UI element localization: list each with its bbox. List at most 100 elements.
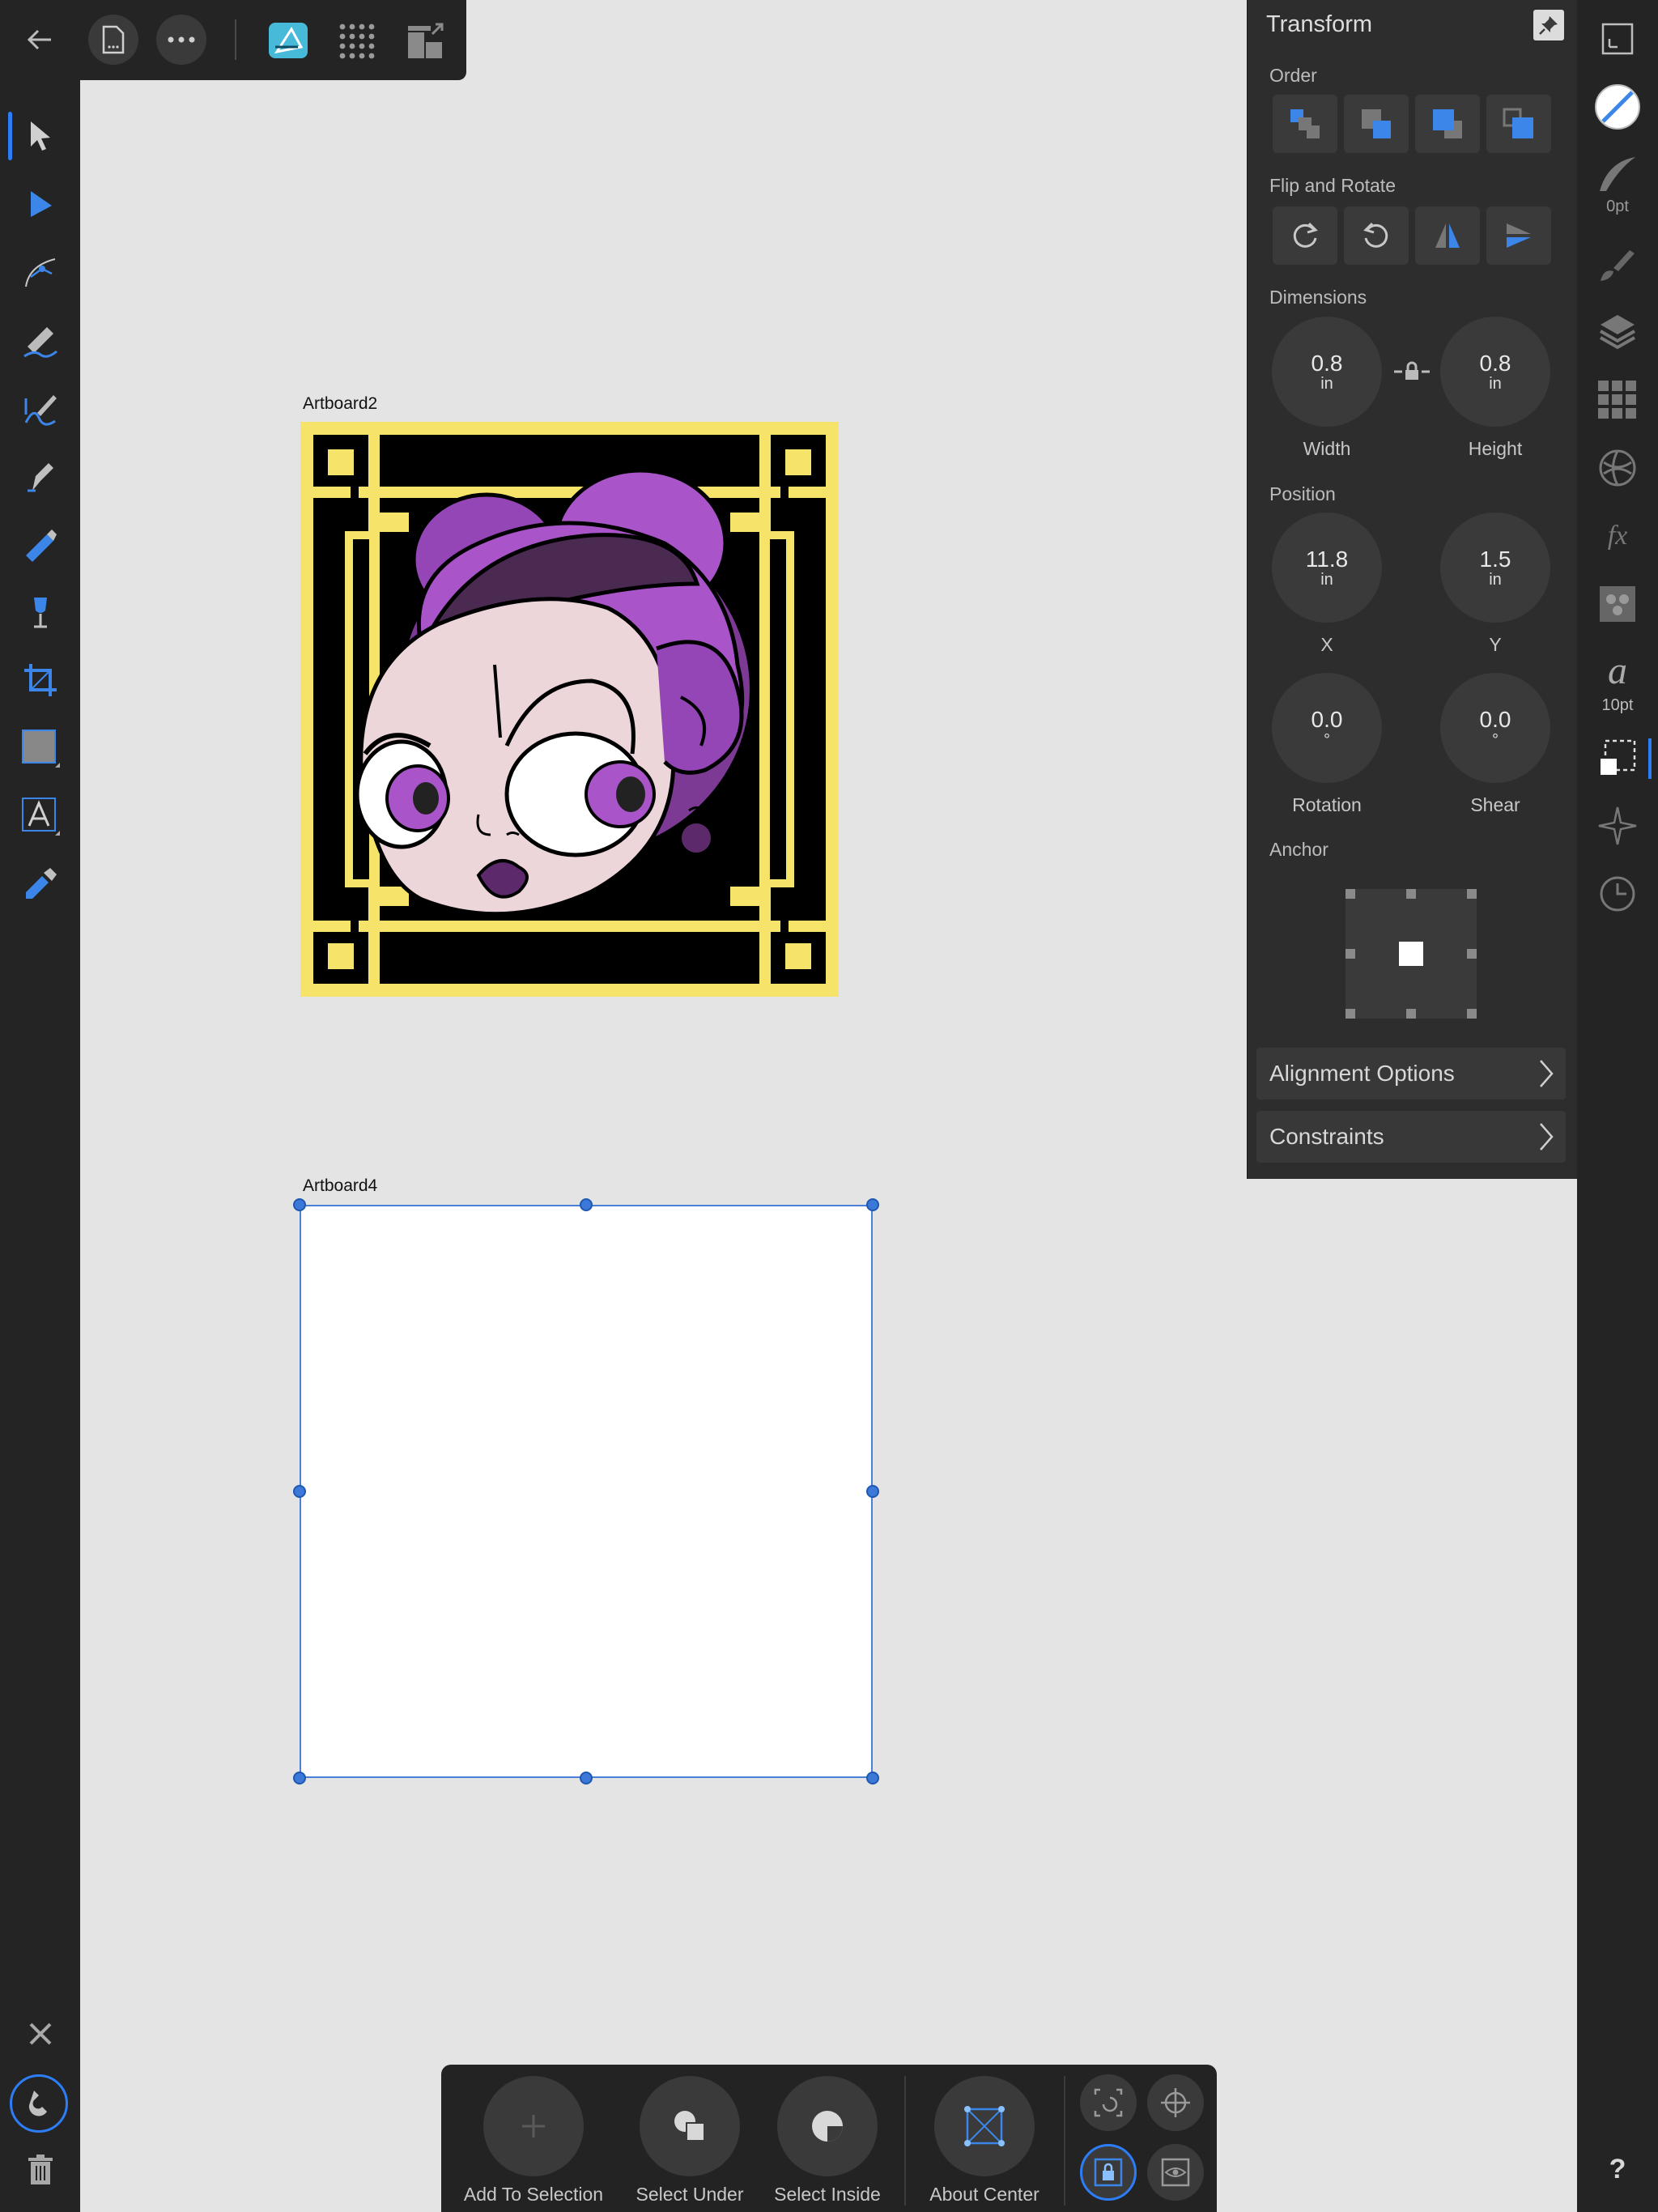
rotate-counterclockwise-icon[interactable]: [1344, 206, 1409, 265]
select-under-button[interactable]: [640, 2076, 740, 2176]
styles-icon[interactable]: [1590, 576, 1645, 632]
selection-handle-top-left[interactable]: [293, 1198, 306, 1211]
pen-tool-icon[interactable]: [11, 447, 70, 505]
move-forward-one-button[interactable]: [1415, 95, 1480, 153]
add-to-selection-button[interactable]: [483, 2076, 584, 2176]
affinity-designer-logo[interactable]: [269, 23, 308, 58]
selection-handle-top-center[interactable]: [580, 1198, 593, 1211]
x-dial[interactable]: 11.8 in: [1272, 513, 1382, 623]
close-icon[interactable]: [11, 2005, 70, 2063]
trash-icon[interactable]: [11, 2141, 70, 2199]
text-styles-icon[interactable]: a: [1590, 643, 1645, 698]
rotation-caption: Rotation: [1292, 794, 1362, 815]
move-back-one-button[interactable]: [1344, 95, 1409, 153]
color-picker-tool-icon[interactable]: [11, 855, 70, 913]
rotate-clockwise-icon[interactable]: [1273, 206, 1337, 265]
flip-horizontal-icon[interactable]: [1415, 206, 1480, 265]
node-tool-icon[interactable]: [11, 175, 70, 233]
select-inside-label: Select Inside: [774, 2184, 881, 2205]
width-value: 0.8: [1311, 351, 1343, 376]
selection-handle-bottom-left[interactable]: [293, 1772, 306, 1784]
y-dial[interactable]: 1.5 in: [1440, 513, 1550, 623]
context-divider: [1064, 2076, 1065, 2206]
move-to-back-button[interactable]: [1273, 95, 1337, 153]
pin-icon[interactable]: [1533, 10, 1564, 40]
transform-origin-icon[interactable]: [1080, 2074, 1137, 2131]
move-tool-icon[interactable]: [11, 107, 70, 165]
about-center-label: About Center: [929, 2184, 1039, 2205]
artboard4[interactable]: [300, 1205, 873, 1778]
fill-tool-icon[interactable]: [11, 515, 70, 573]
transparency-tool-icon[interactable]: [11, 583, 70, 641]
alignment-options-button[interactable]: Alignment Options: [1256, 1048, 1566, 1100]
pencil-tool-icon[interactable]: [11, 311, 70, 369]
lock-children-icon[interactable]: [1080, 2144, 1137, 2201]
effects-icon[interactable]: fx: [1590, 508, 1645, 564]
help-button[interactable]: ?: [1601, 2154, 1634, 2185]
swatches-icon[interactable]: [1590, 372, 1645, 428]
width-caption: Width: [1303, 438, 1351, 459]
width-dial[interactable]: 0.8 in: [1272, 317, 1382, 427]
width-unit: in: [1320, 375, 1333, 393]
alignment-options-label: Alignment Options: [1269, 1061, 1455, 1086]
y-caption: Y: [1489, 634, 1502, 655]
flip-rotate-label: Flip and Rotate: [1269, 175, 1396, 196]
artboard2-illustration[interactable]: [300, 422, 839, 997]
lock-aspect-icon[interactable]: [1392, 360, 1431, 387]
more-icon[interactable]: [156, 15, 206, 65]
height-caption: Height: [1468, 438, 1523, 459]
chevron-right-icon: [1538, 1059, 1554, 1092]
vector-brush-tool-icon[interactable]: [11, 379, 70, 437]
grid-icon[interactable]: [338, 23, 376, 64]
about-center-button[interactable]: [934, 2076, 1035, 2176]
x-caption: X: [1320, 634, 1333, 655]
constraints-label: Constraints: [1269, 1124, 1384, 1149]
layers-icon[interactable]: [1590, 304, 1645, 359]
selection-handle-bottom-center[interactable]: [580, 1772, 593, 1784]
active-studio-indicator: [1648, 738, 1652, 779]
back-arrow-icon[interactable]: [15, 15, 65, 65]
snapping-icon[interactable]: [10, 2074, 68, 2133]
constraints-button[interactable]: Constraints: [1256, 1111, 1566, 1163]
fullscreen-icon[interactable]: [1590, 11, 1645, 66]
flip-vertical-icon[interactable]: [1486, 206, 1551, 265]
color-swatch-icon[interactable]: [1590, 79, 1645, 134]
height-unit: in: [1489, 375, 1502, 393]
artboard2-label[interactable]: Artboard2: [303, 394, 377, 414]
move-to-front-button[interactable]: [1486, 95, 1551, 153]
shear-caption: Shear: [1470, 794, 1520, 815]
stroke-icon[interactable]: [1590, 146, 1645, 201]
add-to-selection-label: Add To Selection: [463, 2184, 604, 2205]
selection-handle-top-right[interactable]: [866, 1198, 879, 1211]
document-icon[interactable]: [88, 15, 138, 65]
hide-icon[interactable]: [1147, 2144, 1204, 2201]
selection-handle-middle-right[interactable]: [866, 1485, 879, 1498]
shape-tool-icon[interactable]: [11, 719, 70, 777]
brushes-icon[interactable]: [1590, 236, 1645, 291]
y-unit: in: [1489, 571, 1502, 589]
stroke-width-label: 0pt: [1606, 198, 1629, 215]
crosshair-icon[interactable]: [1147, 2074, 1204, 2131]
appearance-icon[interactable]: [1590, 440, 1645, 496]
height-dial[interactable]: 0.8 in: [1440, 317, 1550, 427]
selection-handle-middle-left[interactable]: [293, 1485, 306, 1498]
shear-value: 0.0: [1479, 707, 1511, 732]
artboard4-label[interactable]: Artboard4: [303, 1176, 377, 1196]
crop-tool-icon[interactable]: [11, 651, 70, 709]
y-value: 1.5: [1479, 547, 1511, 572]
panel-title: Transform: [1266, 11, 1373, 37]
export-persona-icon[interactable]: [406, 21, 445, 64]
text-tool-icon[interactable]: [11, 787, 70, 845]
position-label: Position: [1269, 483, 1336, 504]
rotation-dial[interactable]: 0.0 °: [1272, 673, 1382, 783]
corner-tool-icon[interactable]: [11, 243, 70, 301]
shear-dial[interactable]: 0.0 °: [1440, 673, 1550, 783]
navigator-icon[interactable]: [1590, 798, 1645, 853]
rotation-value: 0.0: [1311, 707, 1343, 732]
anchor-grid[interactable]: [1346, 889, 1477, 1019]
history-icon[interactable]: [1590, 866, 1645, 921]
select-inside-button[interactable]: [777, 2076, 878, 2176]
selection-handle-bottom-right[interactable]: [866, 1772, 879, 1784]
transform-studio-icon[interactable]: [1590, 730, 1645, 785]
rotation-unit: °: [1324, 731, 1330, 749]
